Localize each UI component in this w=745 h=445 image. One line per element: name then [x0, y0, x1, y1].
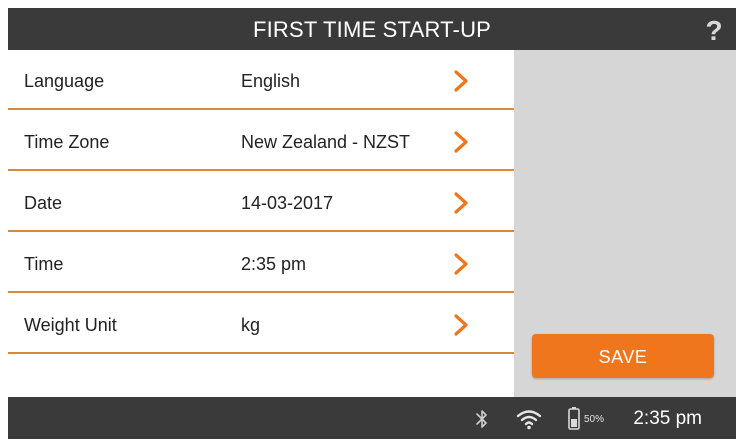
side-panel: SAVE — [514, 50, 736, 397]
battery-percent: 50% — [584, 414, 605, 425]
status-clock: 2:35 pm — [633, 408, 702, 429]
wifi-icon — [516, 410, 542, 430]
setting-label: Language — [24, 71, 105, 91]
save-button[interactable]: SAVE — [532, 334, 714, 378]
chevron-right-icon — [454, 131, 468, 153]
title-bar: FIRST TIME START-UP ? — [8, 8, 736, 50]
setting-value: New Zealand - NZST — [241, 132, 411, 152]
bluetooth-icon — [476, 410, 487, 428]
setup-screen: FIRST TIME START-UP ? Language English T… — [8, 8, 736, 439]
setting-row-language[interactable]: Language English — [8, 50, 514, 110]
setting-value: 2:35 pm — [241, 254, 307, 274]
setting-row-weight-unit[interactable]: Weight Unit kg — [8, 294, 514, 354]
battery-icon — [568, 407, 580, 430]
setting-row-time-zone[interactable]: Time Zone New Zealand - NZST — [8, 111, 514, 171]
help-icon[interactable]: ? — [704, 12, 724, 46]
chevron-right-icon — [454, 192, 468, 214]
setting-label: Time Zone — [24, 132, 110, 152]
setting-label: Time — [24, 254, 64, 274]
page-title: FIRST TIME START-UP — [252, 17, 492, 42]
setting-value: 14-03-2017 — [241, 193, 334, 213]
setting-value: kg — [241, 315, 261, 335]
chevron-right-icon — [454, 70, 468, 92]
settings-list: Language English Time Zone New Zealand -… — [8, 50, 514, 397]
chevron-right-icon — [454, 253, 468, 275]
status-bar: 50% 2:35 pm — [8, 397, 736, 439]
setting-value: English — [241, 71, 301, 91]
setting-row-date[interactable]: Date 14-03-2017 — [8, 172, 514, 232]
setting-row-time[interactable]: Time 2:35 pm — [8, 233, 514, 293]
chevron-right-icon — [454, 314, 468, 336]
setting-label: Weight Unit — [24, 315, 117, 335]
setting-label: Date — [24, 193, 63, 213]
